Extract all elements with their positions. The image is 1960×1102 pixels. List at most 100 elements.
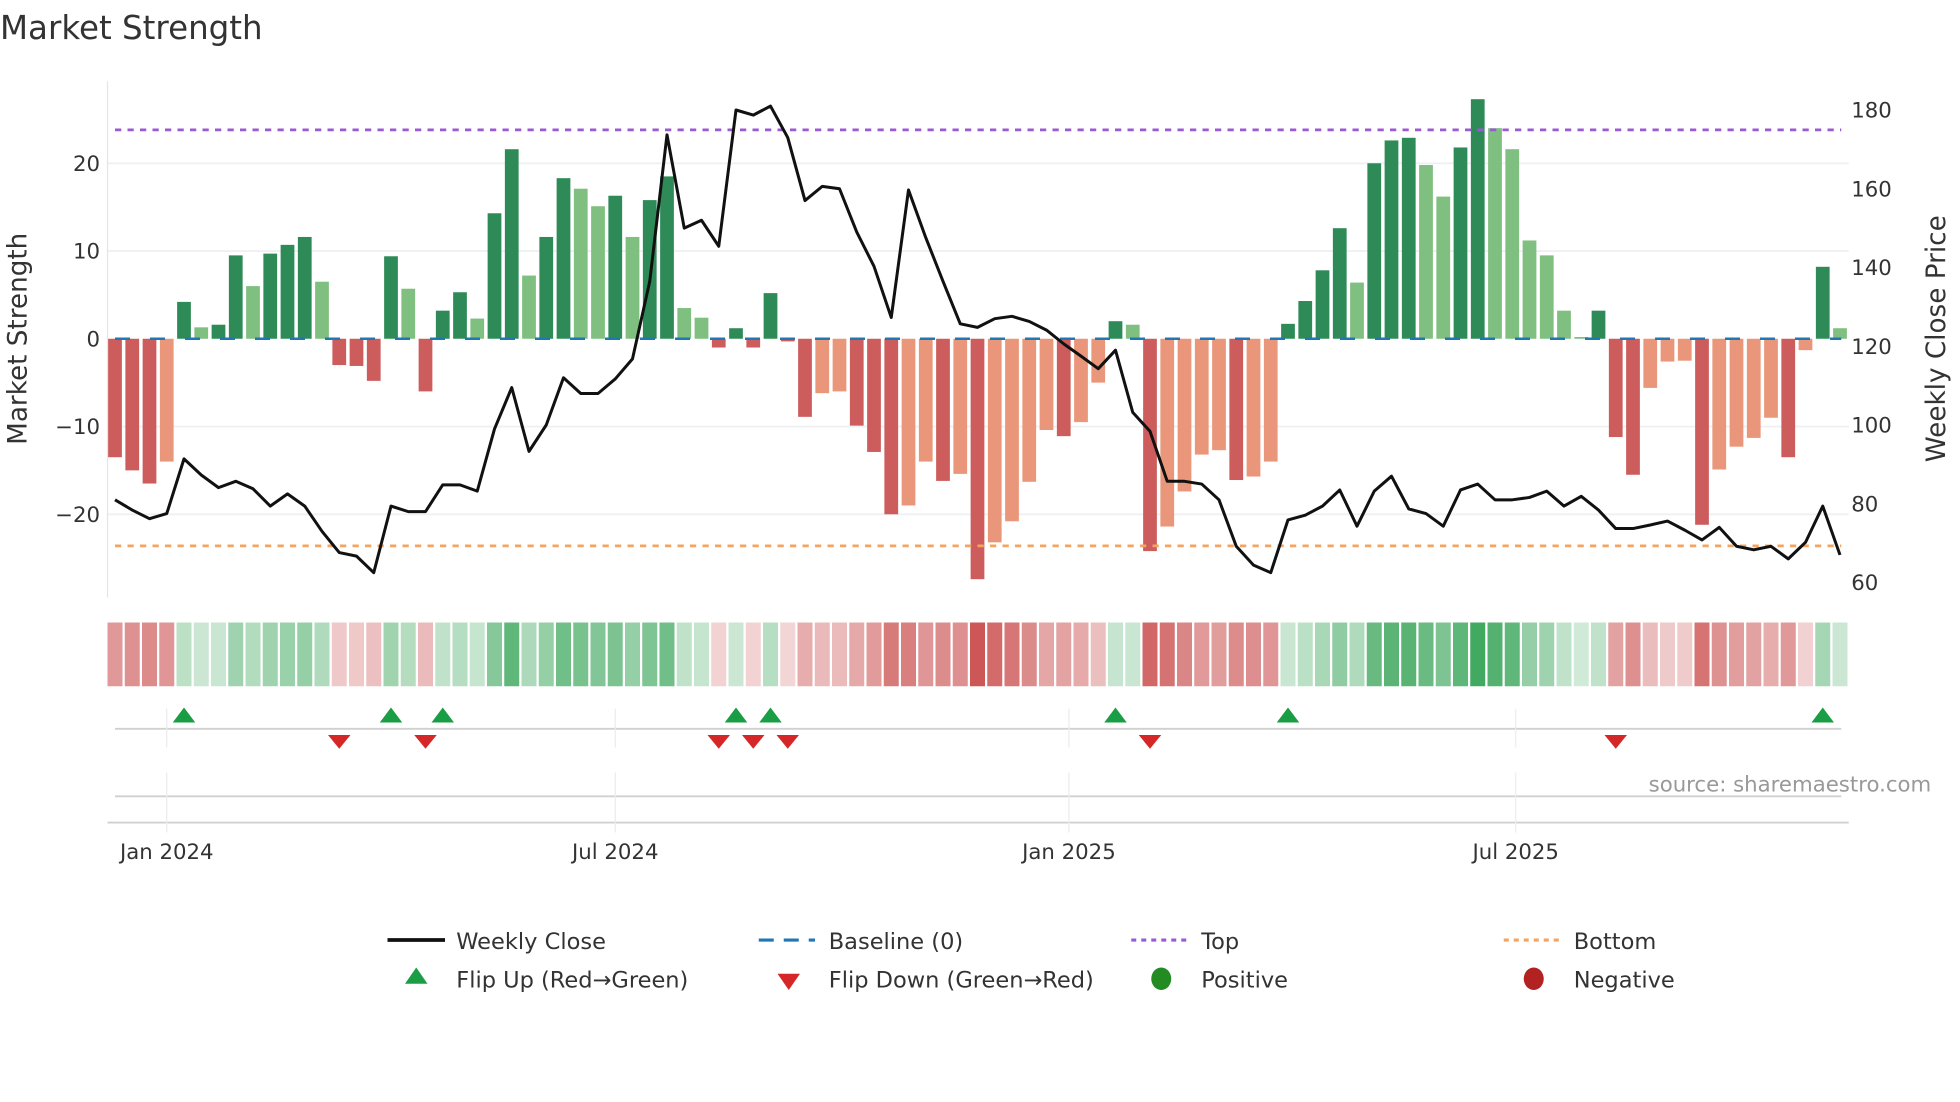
flip-down-marker (707, 735, 730, 749)
strength-bar (1246, 338, 1261, 477)
heat-cell (901, 622, 916, 687)
heat-cell (1108, 622, 1123, 687)
heat-cell (297, 622, 313, 687)
heat-cell (797, 622, 813, 687)
heat-cell (1194, 622, 1210, 687)
strength-bar (1798, 338, 1813, 351)
heat-cell (107, 622, 123, 687)
strength-bar (694, 317, 709, 339)
heat-cell (1453, 622, 1468, 687)
strength-bar (1212, 338, 1226, 451)
strength-bar (832, 338, 847, 392)
strength-bar (1505, 149, 1520, 339)
heat-cell (1591, 622, 1606, 687)
strength-bar (1401, 137, 1416, 339)
heat-cell (1694, 622, 1710, 687)
flip-down-marker (742, 735, 765, 749)
y2-tick-label: 100 (1851, 414, 1892, 439)
triangle-up-icon (405, 967, 428, 984)
green-circle-icon (1151, 967, 1172, 990)
heat-cell (538, 622, 554, 687)
strength-bar (556, 178, 571, 339)
heat-cell (1556, 622, 1572, 687)
strength-bar (1056, 338, 1071, 437)
strength-bar (366, 338, 381, 381)
flip-down-marker (414, 735, 437, 749)
heat-cell (331, 622, 347, 687)
legend-baseline: Baseline (0) (829, 929, 963, 955)
legend-weekly-close: Weekly Close (456, 929, 606, 955)
heat-cell (1211, 622, 1227, 687)
strength-bar (125, 338, 140, 471)
heat-cell (1608, 622, 1624, 687)
strength-heat-strip (107, 622, 1848, 687)
strength-bar (1833, 328, 1847, 339)
strength-bar (1488, 128, 1502, 339)
heat-cell (642, 622, 658, 687)
strength-bar (1660, 338, 1675, 362)
heat-cell (676, 622, 692, 687)
strength-bar (1470, 99, 1485, 339)
heat-cell (521, 622, 537, 687)
flip-up-marker (1811, 707, 1834, 723)
legend-flip-up: Flip Up (Red→Green) (456, 968, 688, 994)
heat-cell (383, 622, 399, 687)
strength-bar (1608, 338, 1623, 438)
heat-cell (952, 622, 968, 687)
heat-cell (987, 622, 1003, 687)
flip-up-marker (1104, 707, 1127, 723)
heat-cell (970, 622, 985, 687)
strength-bar (1746, 338, 1761, 438)
heat-cell (1711, 622, 1727, 687)
chart-svg: Market Strength 20100−10−20 180160140120… (0, 9, 1952, 994)
heat-cell (935, 622, 951, 687)
heat-cell (159, 622, 175, 687)
y-tick-label: −10 (55, 415, 100, 440)
strength-bar (1764, 338, 1778, 418)
strength-bar (867, 338, 881, 452)
strength-bar (1436, 196, 1451, 339)
strength-bar (1108, 321, 1123, 339)
heat-cell (211, 622, 226, 687)
strength-bar (1281, 323, 1295, 339)
strength-bar (677, 308, 692, 339)
heat-cell (763, 622, 778, 687)
heat-cell (1004, 622, 1020, 687)
legend-top: Top (1200, 929, 1239, 955)
strength-bar (987, 338, 1002, 543)
strength-bar (211, 324, 226, 339)
strength-bar (1367, 163, 1382, 339)
heat-cell (1073, 622, 1089, 687)
strength-bar (470, 318, 485, 339)
heat-cell (1487, 622, 1503, 687)
y-tick-label: 10 (73, 240, 100, 265)
heat-cell (452, 622, 468, 687)
y2-tick-label: 60 (1851, 571, 1878, 596)
heat-cell (1280, 622, 1296, 687)
flip-up-marker (1276, 707, 1300, 723)
heat-cell (1332, 622, 1348, 687)
x-tick-label: Jul 2025 (1470, 840, 1558, 865)
strength-bar (1315, 270, 1330, 339)
strength-bar (332, 338, 347, 366)
heat-cell (435, 622, 451, 687)
legend-positive: Positive (1201, 968, 1288, 994)
heat-cell (1677, 622, 1693, 687)
heat-cell (1729, 622, 1744, 687)
strength-bar (418, 338, 433, 392)
heat-cell (1573, 622, 1589, 687)
strength-bar (1091, 338, 1106, 383)
heat-cell (1263, 622, 1279, 687)
heat-cell (1366, 622, 1382, 687)
heat-cell (814, 622, 830, 687)
heat-cell (400, 622, 416, 687)
strength-bar (1677, 338, 1692, 361)
heat-cell (1746, 622, 1762, 687)
flip-panel-grid (107, 727, 1849, 824)
market-strength-chart: Market Strength 20 10 0 −10 −20 180 160 140 120… (0, 0, 1960, 1102)
heat-cell (124, 622, 140, 687)
heat-cell (780, 622, 796, 687)
strength-bar (1815, 266, 1830, 339)
flip-down-marker (1138, 735, 1162, 749)
heat-cell (366, 622, 382, 687)
